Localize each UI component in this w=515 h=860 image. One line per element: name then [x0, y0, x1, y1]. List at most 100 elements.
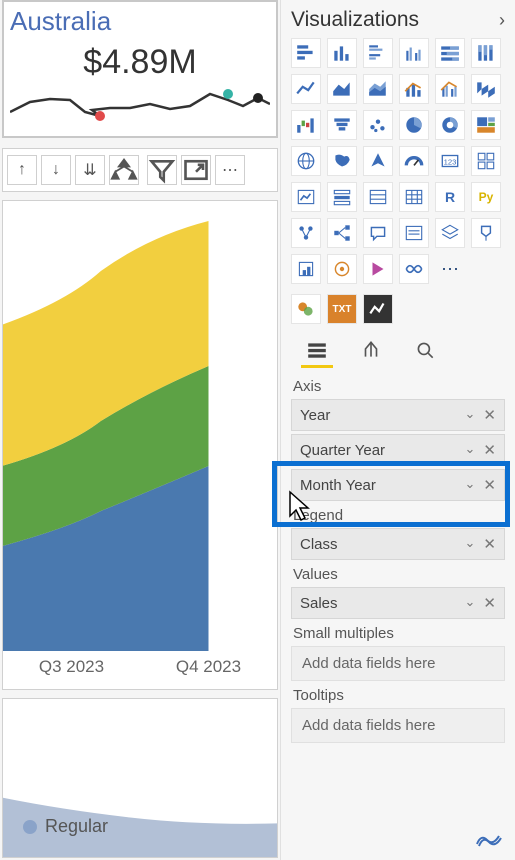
viz-donut[interactable]: [435, 110, 465, 140]
viz-scatter[interactable]: [363, 110, 393, 140]
viz-100-bar[interactable]: [435, 38, 465, 68]
legend-item-regular[interactable]: Regular: [23, 816, 108, 837]
viz-map[interactable]: [291, 146, 321, 176]
more-options-button[interactable]: ⋯: [215, 155, 245, 185]
viz-stacked-area[interactable]: [363, 74, 393, 104]
legend-label: Regular: [45, 816, 108, 837]
viz-more[interactable]: [399, 254, 429, 284]
expand-pane-icon[interactable]: ›: [499, 10, 505, 31]
axis-field-year[interactable]: Year ⌄ ✕: [291, 399, 505, 431]
remove-icon[interactable]: ✕: [483, 476, 496, 494]
tooltips-placeholder[interactable]: Add data fields here: [291, 708, 505, 743]
focus-mode-button[interactable]: [181, 155, 211, 185]
viz-clustered-bar[interactable]: [363, 38, 393, 68]
stacked-area-chart: [3, 211, 277, 651]
values-well-label: Values: [293, 566, 505, 583]
x-axis-labels: Q3 2023 Q4 2023: [3, 651, 277, 677]
tab-format[interactable]: [357, 336, 385, 364]
viz-key-influencers[interactable]: [291, 218, 321, 248]
viz-area[interactable]: [327, 74, 357, 104]
custom-txt-visual[interactable]: TXT: [327, 294, 357, 324]
viz-kpi[interactable]: [291, 182, 321, 212]
drill-toolbar: ↑ ↓ ⇊ ⋯: [2, 148, 278, 192]
expand-down-button[interactable]: ⇊: [75, 155, 105, 185]
custom-visual-3[interactable]: [363, 294, 393, 324]
x-label: Q3 2023: [39, 657, 104, 677]
viz-get-more[interactable]: ⋯: [435, 254, 465, 284]
viz-stacked-bar[interactable]: [291, 38, 321, 68]
viz-waterfall[interactable]: [291, 110, 321, 140]
axis-well-label: Axis: [293, 378, 505, 395]
viz-matrix[interactable]: [399, 182, 429, 212]
remove-icon[interactable]: ✕: [483, 594, 496, 612]
kpi-title: Australia: [10, 6, 270, 37]
viz-paginated[interactable]: [435, 218, 465, 248]
viz-narrative[interactable]: [399, 218, 429, 248]
viz-line-clustered[interactable]: [435, 74, 465, 104]
viz-multi-card[interactable]: [471, 146, 501, 176]
smallmult-placeholder[interactable]: Add data fields here: [291, 646, 505, 681]
viz-slicer[interactable]: [327, 182, 357, 212]
drill-up-button[interactable]: ↑: [7, 155, 37, 185]
viz-power-automate[interactable]: [363, 254, 393, 284]
visualization-gallery: 123 R Py ⋯: [291, 38, 505, 284]
viz-goals[interactable]: [471, 218, 501, 248]
legend-field-class[interactable]: Class ⌄✕: [291, 528, 505, 560]
legend-well-label: Legend: [293, 507, 505, 524]
chevron-down-icon[interactable]: ⌄: [465, 441, 476, 459]
values-field-sales[interactable]: Sales ⌄ ✕: [291, 587, 505, 619]
remove-icon[interactable]: ✕: [483, 441, 496, 459]
expand-all-button[interactable]: [109, 155, 139, 185]
axis-field-month[interactable]: Month Year ⌄ ✕: [291, 469, 505, 501]
remove-icon[interactable]: ✕: [483, 406, 496, 424]
viz-azure-map[interactable]: [363, 146, 393, 176]
tab-fields[interactable]: [303, 336, 331, 364]
remove-icon[interactable]: ✕: [483, 535, 496, 553]
viz-arcgis[interactable]: [327, 254, 357, 284]
viz-card[interactable]: 123: [435, 146, 465, 176]
viz-funnel[interactable]: [327, 110, 357, 140]
kpi-card[interactable]: Australia $4.89M: [2, 0, 278, 138]
viz-qa[interactable]: [363, 218, 393, 248]
viz-r-script[interactable]: R: [435, 182, 465, 212]
viz-decomp-tree[interactable]: [327, 218, 357, 248]
viz-ribbon[interactable]: [471, 74, 501, 104]
viz-table[interactable]: [363, 182, 393, 212]
viz-gauge[interactable]: [399, 146, 429, 176]
svg-text:123: 123: [444, 157, 457, 166]
chevron-down-icon[interactable]: ⌄: [465, 535, 476, 553]
viz-clustered-column[interactable]: [399, 38, 429, 68]
panel-title: Visualizations: [291, 8, 419, 32]
axis-field-quarter[interactable]: Quarter Year ⌄ ✕: [291, 434, 505, 466]
kpi-sparkline: [10, 84, 270, 130]
viz-py-script[interactable]: Py: [471, 182, 501, 212]
kpi-value: $4.89M: [10, 43, 270, 82]
smallmult-well-label: Small multiples: [293, 625, 505, 642]
viz-line[interactable]: [291, 74, 321, 104]
pill-text: Year: [300, 407, 330, 424]
pill-text: Quarter Year: [300, 442, 385, 459]
pill-text: Sales: [300, 595, 338, 612]
custom-visual-1[interactable]: [291, 294, 321, 324]
tab-analytics[interactable]: [411, 336, 439, 364]
chevron-down-icon[interactable]: ⌄: [465, 406, 476, 424]
area-chart-card[interactable]: Q3 2023 Q4 2023: [2, 200, 278, 690]
viz-line-column[interactable]: [399, 74, 429, 104]
format-tabs: [291, 334, 505, 370]
viz-treemap[interactable]: [471, 110, 501, 140]
viz-power-apps[interactable]: [291, 254, 321, 284]
viz-filled-map[interactable]: [327, 146, 357, 176]
chevron-down-icon[interactable]: ⌄: [465, 594, 476, 612]
chevron-down-icon[interactable]: ⌄: [465, 476, 476, 494]
viz-stacked-column[interactable]: [327, 38, 357, 68]
pill-text: Month Year: [300, 477, 376, 494]
drill-down-button[interactable]: ↓: [41, 155, 71, 185]
legend-swatch-icon: [23, 820, 37, 834]
filter-button[interactable]: [147, 155, 177, 185]
secondary-chart-card[interactable]: Regular: [2, 698, 278, 858]
viz-100-column[interactable]: [471, 38, 501, 68]
tooltips-well-label: Tooltips: [293, 687, 505, 704]
x-label: Q4 2023: [176, 657, 241, 677]
viz-pie[interactable]: [399, 110, 429, 140]
custom-visuals-row: TXT: [291, 294, 505, 324]
